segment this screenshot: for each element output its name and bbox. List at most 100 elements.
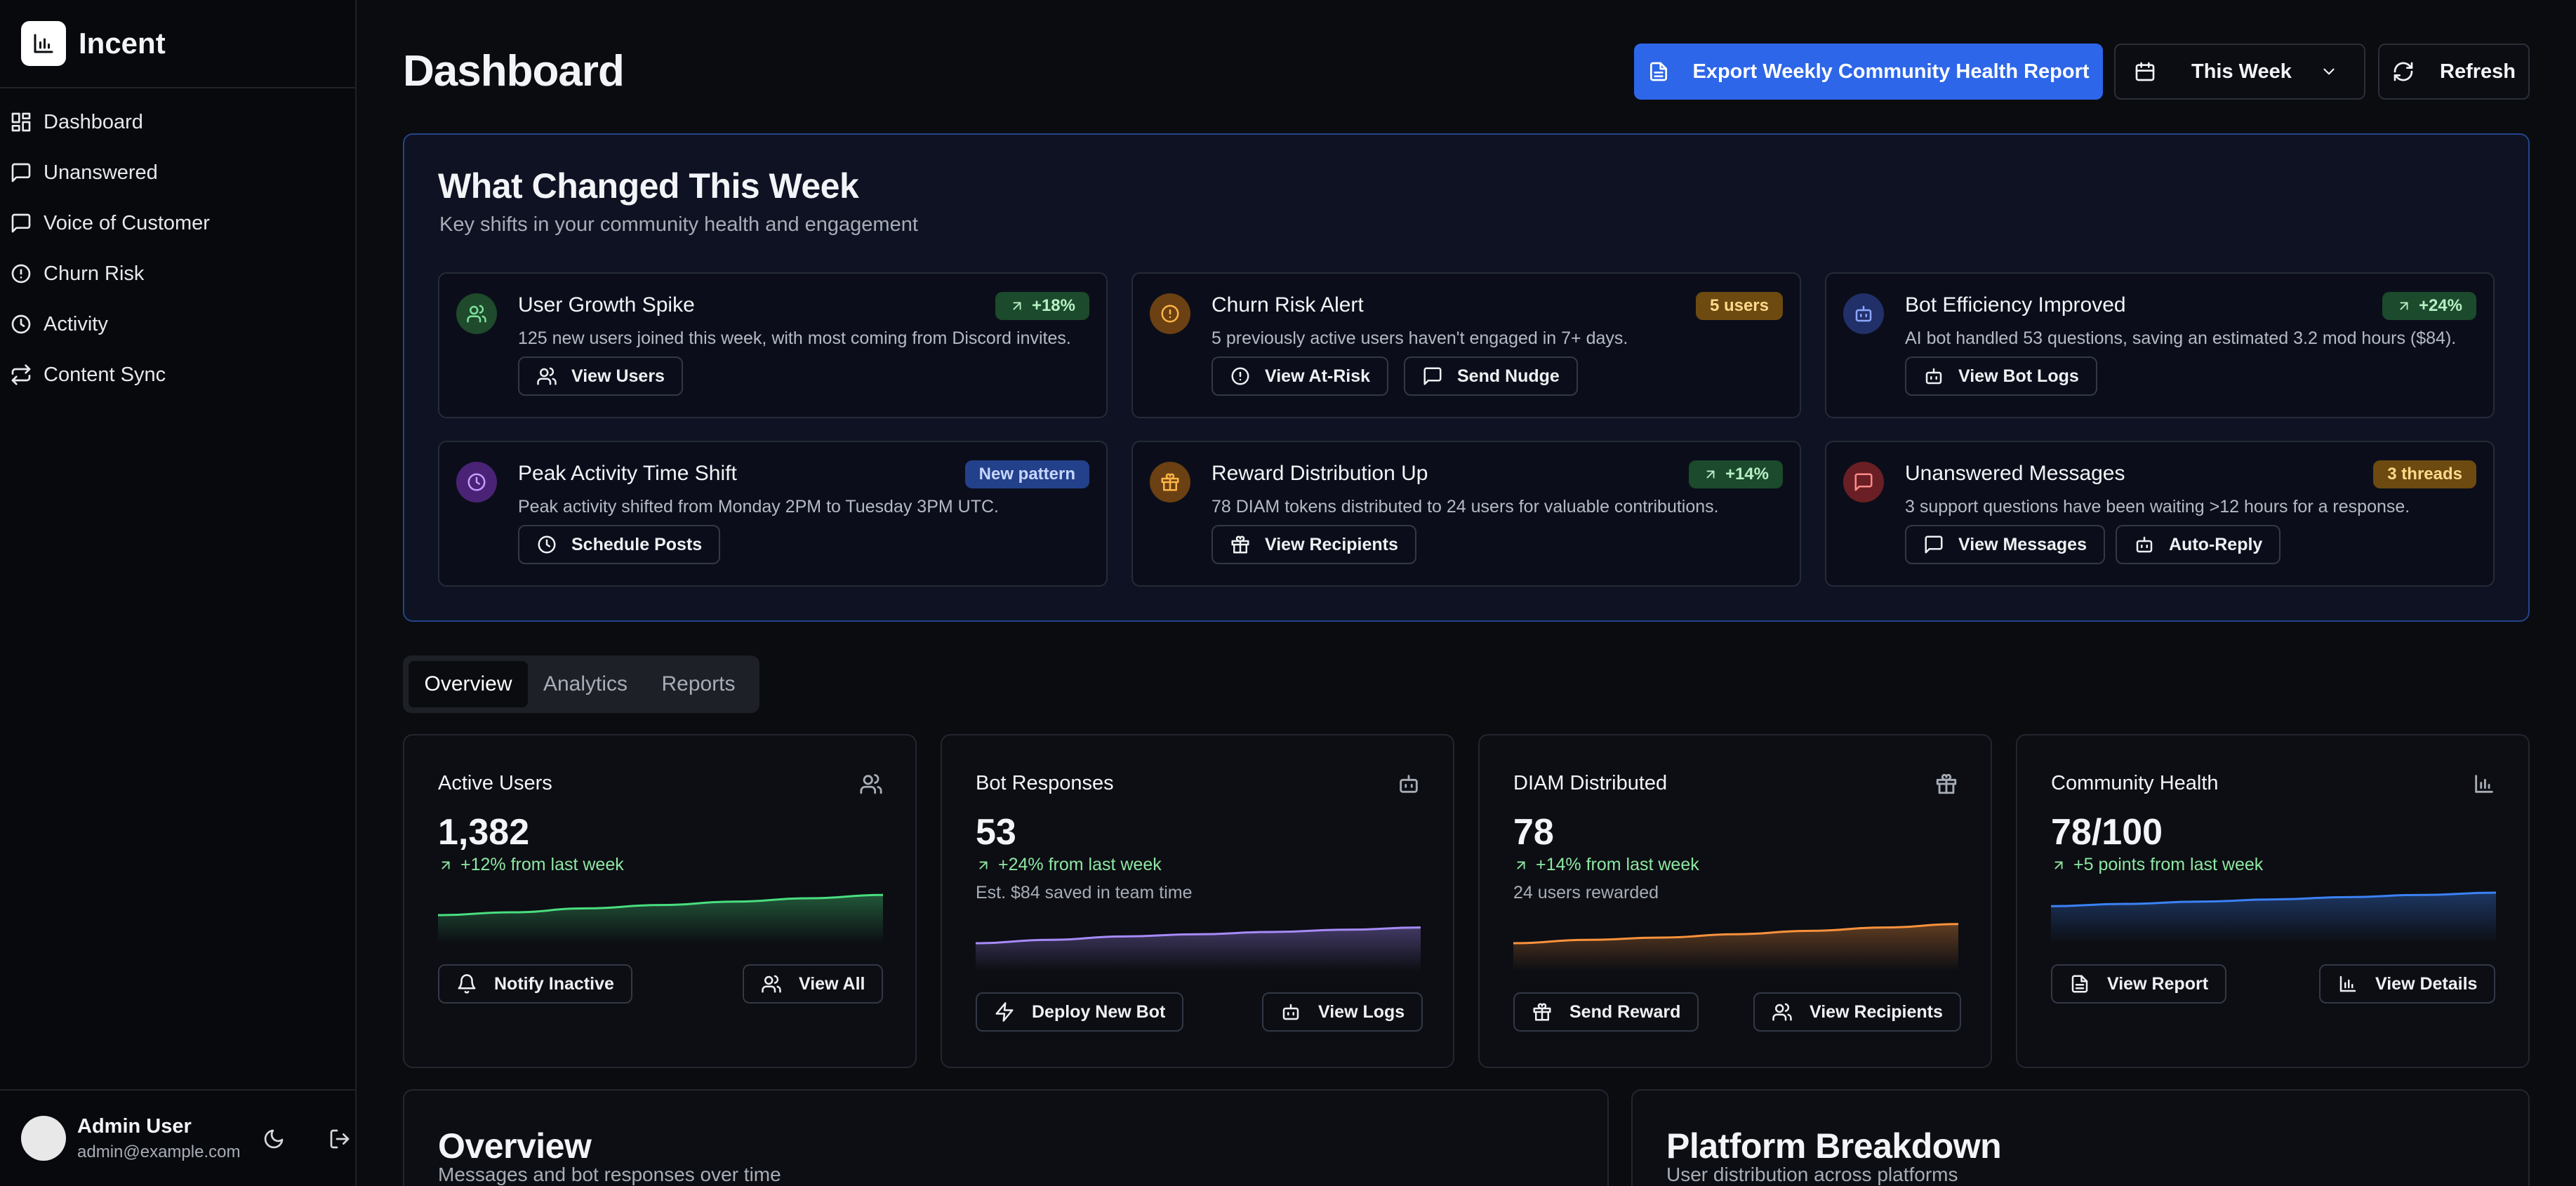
- avatar[interactable]: [21, 1116, 66, 1161]
- change-card-title: Unanswered Messages: [1905, 462, 2125, 485]
- gift-icon: [1231, 535, 1249, 554]
- view-messages-button[interactable]: View Messages: [1905, 525, 2105, 564]
- change-badge: +24%: [2382, 292, 2476, 320]
- view-reward-recipients-button[interactable]: View Recipients: [1753, 992, 1961, 1032]
- view-tabs: Overview Analytics Reports: [403, 655, 759, 713]
- change-card-churn-risk: Churn Risk Alert 5 users 5 previously ac…: [1131, 272, 1801, 418]
- stat-change: +12% from last week: [438, 855, 624, 875]
- brand-name: Incent: [79, 27, 166, 60]
- button-label: View Report: [2107, 973, 2209, 994]
- button-label: View Bot Logs: [1958, 366, 2079, 386]
- send-reward-button[interactable]: Send Reward: [1513, 992, 1699, 1032]
- sparkline-diam-distributed: [1513, 923, 1958, 971]
- sidebar-item-label: Voice of Customer: [44, 211, 210, 234]
- platform-breakdown-card: Platform Breakdown User distribution acr…: [1631, 1089, 2530, 1186]
- message-icon: [1423, 367, 1442, 385]
- sync-icon: [11, 364, 31, 385]
- change-badge: 3 threads: [2373, 460, 2476, 488]
- change-badge-value: +24%: [2418, 296, 2462, 315]
- schedule-posts-button[interactable]: Schedule Posts: [518, 525, 721, 564]
- document-icon: [2071, 975, 2088, 993]
- users-icon: [1772, 1003, 1792, 1021]
- tab-overview[interactable]: Overview: [409, 661, 528, 707]
- view-details-button[interactable]: View Details: [2319, 964, 2496, 1004]
- stat-value: 78/100: [2051, 812, 2163, 853]
- users-icon: [537, 367, 557, 385]
- button-label: View Details: [2375, 973, 2478, 994]
- deploy-new-bot-button[interactable]: Deploy New Bot: [976, 992, 1184, 1032]
- date-range-select[interactable]: This Week: [2114, 44, 2365, 100]
- refresh-button[interactable]: Refresh: [2378, 44, 2530, 100]
- auto-reply-button[interactable]: Auto-Reply: [2116, 525, 2281, 564]
- change-card-desc: AI bot handled 53 questions, saving an e…: [1905, 328, 2457, 348]
- stat-value: 1,382: [438, 812, 530, 853]
- change-card-desc: 125 new users joined this week, with mos…: [518, 328, 1071, 348]
- change-card-peak-activity: Peak Activity Time Shift New pattern Pea…: [438, 441, 1108, 587]
- clock-icon: [538, 535, 556, 554]
- theme-toggle-button[interactable]: [260, 1125, 288, 1153]
- date-range-value: This Week: [2191, 60, 2292, 83]
- view-report-button[interactable]: View Report: [2051, 964, 2227, 1004]
- sparkline-area: [438, 895, 883, 943]
- change-badge-value: New pattern: [978, 465, 1075, 484]
- export-report-button[interactable]: Export Weekly Community Health Report: [1634, 44, 2103, 100]
- arrow-up-right-icon: [441, 861, 450, 869]
- button-label: View Recipients: [1810, 1001, 1943, 1022]
- stat-card-active-users: Active Users 1,382 +12% from last week N…: [403, 734, 917, 1068]
- change-card-user-growth: User Growth Spike +18% 125 new users joi…: [438, 272, 1108, 418]
- sidebar: Incent Dashboard Unanswered Voice of Cus…: [0, 0, 357, 1186]
- user-name: Admin User: [77, 1114, 192, 1138]
- arrow-up-right-icon: [2400, 302, 2408, 310]
- clock-icon: [11, 314, 31, 334]
- sidebar-item-churn-risk[interactable]: Churn Risk: [0, 248, 355, 299]
- users-icon: [762, 975, 781, 993]
- stat-title: Community Health: [2051, 772, 2219, 794]
- view-recipients-button[interactable]: View Recipients: [1211, 525, 1416, 564]
- sidebar-item-voice-of-customer[interactable]: Voice of Customer: [0, 198, 355, 248]
- view-all-users-button[interactable]: View All: [743, 964, 884, 1004]
- tab-analytics[interactable]: Analytics: [533, 661, 637, 707]
- view-bot-logs-button[interactable]: View Bot Logs: [1905, 357, 2097, 396]
- bot-icon: [1397, 772, 1421, 796]
- stat-change-text: +24% from last week: [998, 855, 1162, 874]
- view-users-button[interactable]: View Users: [518, 357, 683, 396]
- button-label: Send Reward: [1569, 1001, 1681, 1022]
- view-logs-button[interactable]: View Logs: [1262, 992, 1423, 1032]
- button-label: Deploy New Bot: [1032, 1001, 1166, 1022]
- button-label: View Recipients: [1265, 534, 1398, 554]
- bar-chart-icon: [2339, 975, 2356, 992]
- tab-reports[interactable]: Reports: [643, 661, 754, 707]
- button-label: Schedule Posts: [571, 534, 703, 554]
- view-at-risk-button[interactable]: View At-Risk: [1211, 357, 1389, 396]
- alert-icon: [11, 264, 31, 284]
- sidebar-item-content-sync[interactable]: Content Sync: [0, 349, 355, 400]
- stat-change: +14% from last week: [1513, 855, 1699, 875]
- calendar-icon: [2135, 62, 2155, 81]
- sparkline-area: [1513, 924, 1958, 971]
- dashboard-icon: [11, 112, 31, 132]
- document-icon: [1650, 62, 1668, 81]
- user-meta: Admin User admin@example.com: [77, 1115, 240, 1162]
- notify-inactive-button[interactable]: Notify Inactive: [438, 964, 632, 1004]
- sidebar-item-label: Content Sync: [44, 363, 166, 386]
- overview-card-title: Overview: [438, 1126, 592, 1166]
- arrow-up-right-icon: [1517, 861, 1525, 869]
- stat-title: Active Users: [438, 772, 552, 794]
- brand[interactable]: Incent: [0, 0, 355, 88]
- stat-change-text: +5 points from last week: [2073, 855, 2264, 874]
- change-card-bot-efficiency: Bot Efficiency Improved +24% AI bot hand…: [1825, 272, 2495, 418]
- sidebar-item-activity[interactable]: Activity: [0, 299, 355, 349]
- stat-subtext: Est. $84 saved in team time: [976, 883, 1193, 902]
- sparkline-bot-responses: [976, 926, 1421, 971]
- gift-icon: [1150, 462, 1190, 502]
- clock-icon: [456, 462, 497, 502]
- what-changed-subtitle: Key shifts in your community health and …: [439, 213, 918, 236]
- send-nudge-button[interactable]: Send Nudge: [1404, 357, 1578, 396]
- sidebar-item-dashboard[interactable]: Dashboard: [0, 97, 355, 147]
- stat-change-text: +14% from last week: [1536, 855, 1699, 874]
- users-icon: [456, 293, 497, 334]
- logout-button[interactable]: [326, 1125, 354, 1153]
- message-icon: [11, 213, 31, 233]
- sparkline-active-users: [438, 893, 883, 943]
- sidebar-item-unanswered[interactable]: Unanswered: [0, 147, 355, 198]
